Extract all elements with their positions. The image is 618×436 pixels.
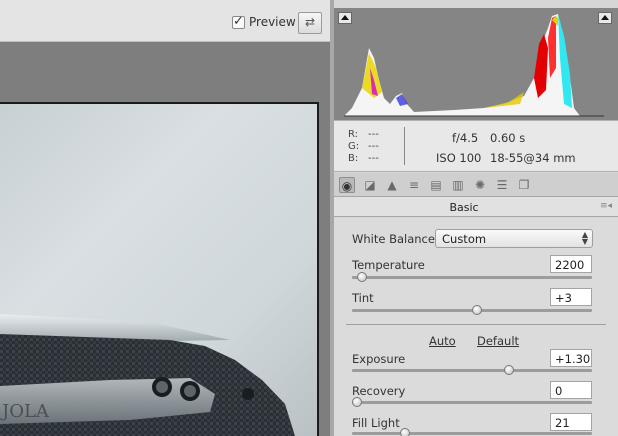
- preview-toolbar: Preview ⇄: [0, 0, 330, 42]
- image-preview-pane: Preview ⇄: [0, 0, 330, 436]
- fill-light-field[interactable]: 21: [550, 413, 592, 431]
- photo-knife-svg: JOLA: [0, 314, 295, 436]
- exposure-thumb[interactable]: [503, 365, 514, 375]
- split-toning-icon[interactable]: ▤: [428, 177, 444, 193]
- exposure-field[interactable]: +1.30: [550, 349, 592, 367]
- fill-light-label: Fill Light: [352, 416, 400, 430]
- histogram: [334, 8, 618, 120]
- white-balance-value: Custom: [442, 232, 487, 246]
- basic-panel-header: Basic ≡◂: [334, 197, 618, 217]
- select-arrows-icon: ▲ ▼: [581, 230, 588, 246]
- fill-light-slider[interactable]: [352, 428, 592, 436]
- shutter-speed: 0.60 s: [490, 131, 526, 145]
- tint-field[interactable]: +3: [550, 288, 592, 306]
- info-separator: [404, 127, 405, 165]
- swap-arrows-icon[interactable]: ⇄: [298, 12, 322, 34]
- panel-tabs: ◉ ◪ ▲ ≡ ▤ ▥ ✺ ☰ ❐: [334, 173, 618, 197]
- shadow-clipping-toggle[interactable]: [338, 12, 352, 24]
- recovery-thumb[interactable]: [352, 397, 362, 407]
- camera-calibration-icon[interactable]: ☰: [494, 177, 510, 193]
- focal-length: 18-55@34 mm: [490, 151, 576, 165]
- temperature-thumb[interactable]: [356, 272, 367, 282]
- hsl-icon[interactable]: ≡: [406, 177, 422, 193]
- histogram-graph: [344, 14, 604, 117]
- temperature-field[interactable]: 2200: [550, 255, 592, 273]
- basic-icon[interactable]: ◉: [339, 177, 355, 193]
- tint-slider[interactable]: [352, 305, 592, 315]
- photo-canvas[interactable]: JOLA: [0, 104, 317, 436]
- r-label: R:: [348, 129, 359, 140]
- presets-icon[interactable]: ❐: [516, 177, 532, 193]
- panel-title: Basic: [449, 201, 479, 214]
- aperture: f/4.5: [452, 131, 479, 145]
- b-value: ---: [368, 153, 379, 164]
- g-value: ---: [368, 141, 379, 152]
- highlight-clipping-toggle[interactable]: [598, 12, 612, 24]
- exposure-slider[interactable]: [352, 365, 592, 375]
- info-bar: R: --- G: --- B: --- f/4.5 0.60 s ISO 10…: [334, 120, 618, 172]
- engraving-text: JOLA: [0, 401, 50, 422]
- recovery-field[interactable]: 0: [550, 381, 592, 399]
- adjustments-panel: R: --- G: --- B: --- f/4.5 0.60 s ISO 10…: [334, 0, 618, 436]
- default-button[interactable]: Default: [477, 334, 519, 348]
- preview-checkbox[interactable]: [232, 14, 245, 29]
- tint-thumb[interactable]: [471, 305, 482, 315]
- section-divider: [346, 324, 606, 325]
- temperature-label: Temperature: [352, 258, 425, 272]
- preview-label: Preview: [249, 15, 296, 29]
- g-label: G:: [348, 141, 360, 152]
- r-value: ---: [368, 129, 379, 140]
- exposure-label: Exposure: [352, 352, 406, 366]
- lens-corrections-icon[interactable]: ▥: [450, 177, 466, 193]
- detail-icon[interactable]: ▲: [384, 177, 400, 193]
- effects-icon[interactable]: ✺: [472, 177, 488, 193]
- white-balance-select[interactable]: Custom ▲ ▼: [435, 229, 593, 248]
- auto-button[interactable]: Auto: [429, 334, 456, 348]
- tint-label: Tint: [352, 291, 374, 305]
- iso: ISO 100: [436, 151, 482, 165]
- panel-menu-icon[interactable]: ≡◂: [600, 201, 612, 211]
- b-label: B:: [348, 153, 359, 164]
- recovery-slider[interactable]: [352, 397, 592, 407]
- basic-controls: White Balance: Custom ▲ ▼ Temperature 220…: [334, 218, 618, 436]
- white-balance-label: White Balance:: [352, 232, 439, 246]
- recovery-label: Recovery: [352, 384, 406, 398]
- temperature-slider[interactable]: [352, 272, 592, 282]
- fill-light-thumb[interactable]: [400, 428, 411, 436]
- tone-curve-icon[interactable]: ◪: [362, 177, 378, 193]
